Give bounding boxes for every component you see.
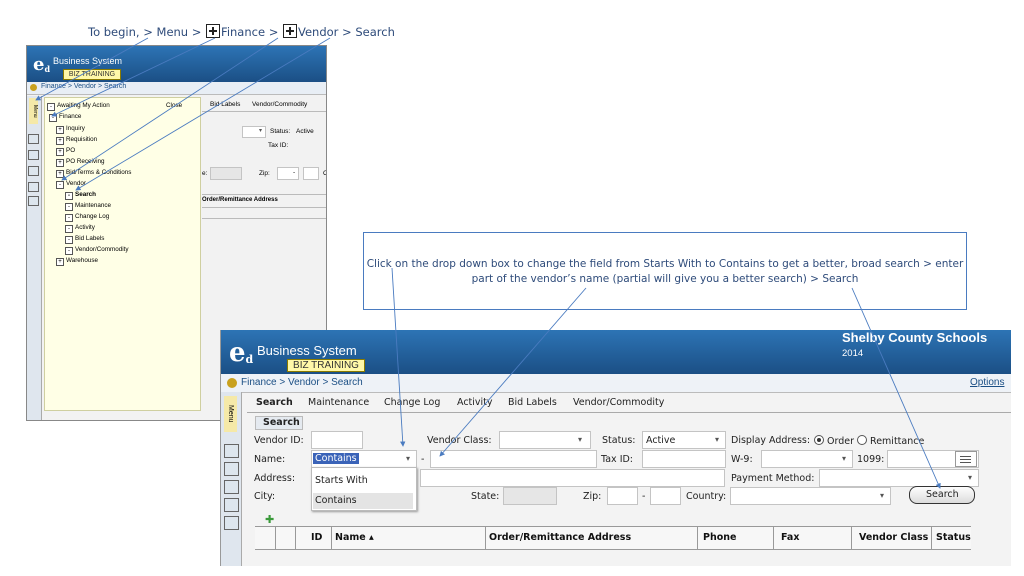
pointer-lines: [35, 37, 941, 489]
pointer-to-search: [75, 37, 331, 191]
pointer-to-menu: [35, 37, 149, 101]
pointer-to-finance: [51, 37, 216, 117]
pointer-to-name-field: [439, 287, 587, 457]
pointer-to-search-button: [851, 287, 941, 489]
pointer-to-dropdown: [391, 267, 406, 447]
